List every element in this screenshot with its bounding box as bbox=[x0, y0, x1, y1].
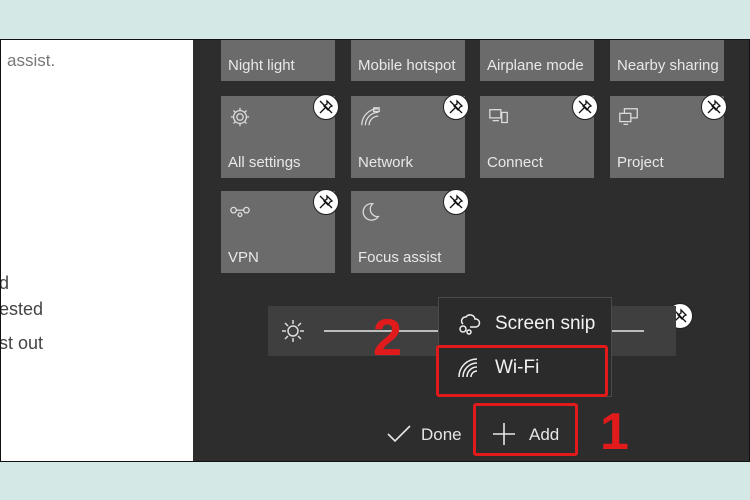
screen-snip-icon bbox=[459, 314, 481, 335]
tile-label: All settings bbox=[228, 154, 301, 171]
unpin-button[interactable] bbox=[701, 94, 727, 120]
done-label: Done bbox=[421, 425, 462, 444]
screenshot-frame: assist. d ested st out Night light Mobil… bbox=[0, 39, 750, 462]
unpin-button[interactable] bbox=[572, 94, 598, 120]
sun-icon bbox=[282, 320, 304, 342]
unpin-button[interactable] bbox=[443, 94, 469, 120]
tile-nearby-sharing[interactable]: Nearby sharing bbox=[610, 40, 724, 81]
tile-label: Project bbox=[617, 154, 664, 171]
settings-window-partial: assist. d ested st out bbox=[1, 40, 193, 461]
tile-night-light[interactable]: Night light bbox=[221, 40, 335, 81]
done-button[interactable]: Done bbox=[386, 422, 466, 448]
settings-text-line: ested bbox=[1, 299, 44, 319]
unpin-button[interactable] bbox=[313, 189, 339, 215]
action-center-panel: Night light Mobile hotspot Airplane mode… bbox=[194, 40, 749, 461]
settings-text-line: assist. bbox=[7, 51, 56, 70]
menu-item-label: Screen snip bbox=[495, 313, 596, 334]
checkmark-icon bbox=[387, 425, 411, 443]
tile-airplane-mode[interactable]: Airplane mode bbox=[480, 40, 594, 81]
unpin-icon bbox=[319, 99, 334, 114]
highlight-wifi-box bbox=[436, 345, 608, 397]
unpin-icon bbox=[319, 194, 334, 209]
menu-item-screen-snip[interactable]: Screen snip bbox=[439, 302, 611, 346]
tile-label: VPN bbox=[228, 249, 259, 266]
connect-icon bbox=[489, 109, 508, 124]
vpn-icon bbox=[230, 206, 250, 218]
step-number-1: 1 bbox=[600, 403, 629, 461]
unpin-icon bbox=[707, 99, 722, 114]
tile-label: Network bbox=[358, 154, 414, 171]
tile-mobile-hotspot[interactable]: Mobile hotspot bbox=[351, 40, 465, 81]
unpin-button[interactable] bbox=[443, 189, 469, 215]
unpin-button[interactable] bbox=[313, 94, 339, 120]
unpin-icon bbox=[449, 194, 464, 209]
tile-label: Night light bbox=[228, 57, 295, 74]
highlight-add-box bbox=[473, 403, 578, 456]
settings-text-line: d bbox=[1, 273, 9, 294]
unpin-icon bbox=[578, 99, 593, 114]
tile-label: Connect bbox=[487, 154, 543, 171]
gear-icon bbox=[230, 107, 250, 127]
tile-label: Airplane mode bbox=[487, 57, 584, 74]
tile-label: Mobile hotspot bbox=[358, 57, 456, 74]
unpin-icon bbox=[449, 99, 464, 114]
tile-label: Focus assist bbox=[358, 249, 442, 266]
tile-label: Nearby sharing bbox=[617, 57, 719, 74]
network-icon bbox=[361, 107, 380, 126]
project-icon bbox=[619, 108, 638, 125]
step-number-2: 2 bbox=[373, 309, 402, 367]
moon-icon bbox=[362, 203, 380, 221]
settings-text-line: st out bbox=[1, 333, 44, 353]
